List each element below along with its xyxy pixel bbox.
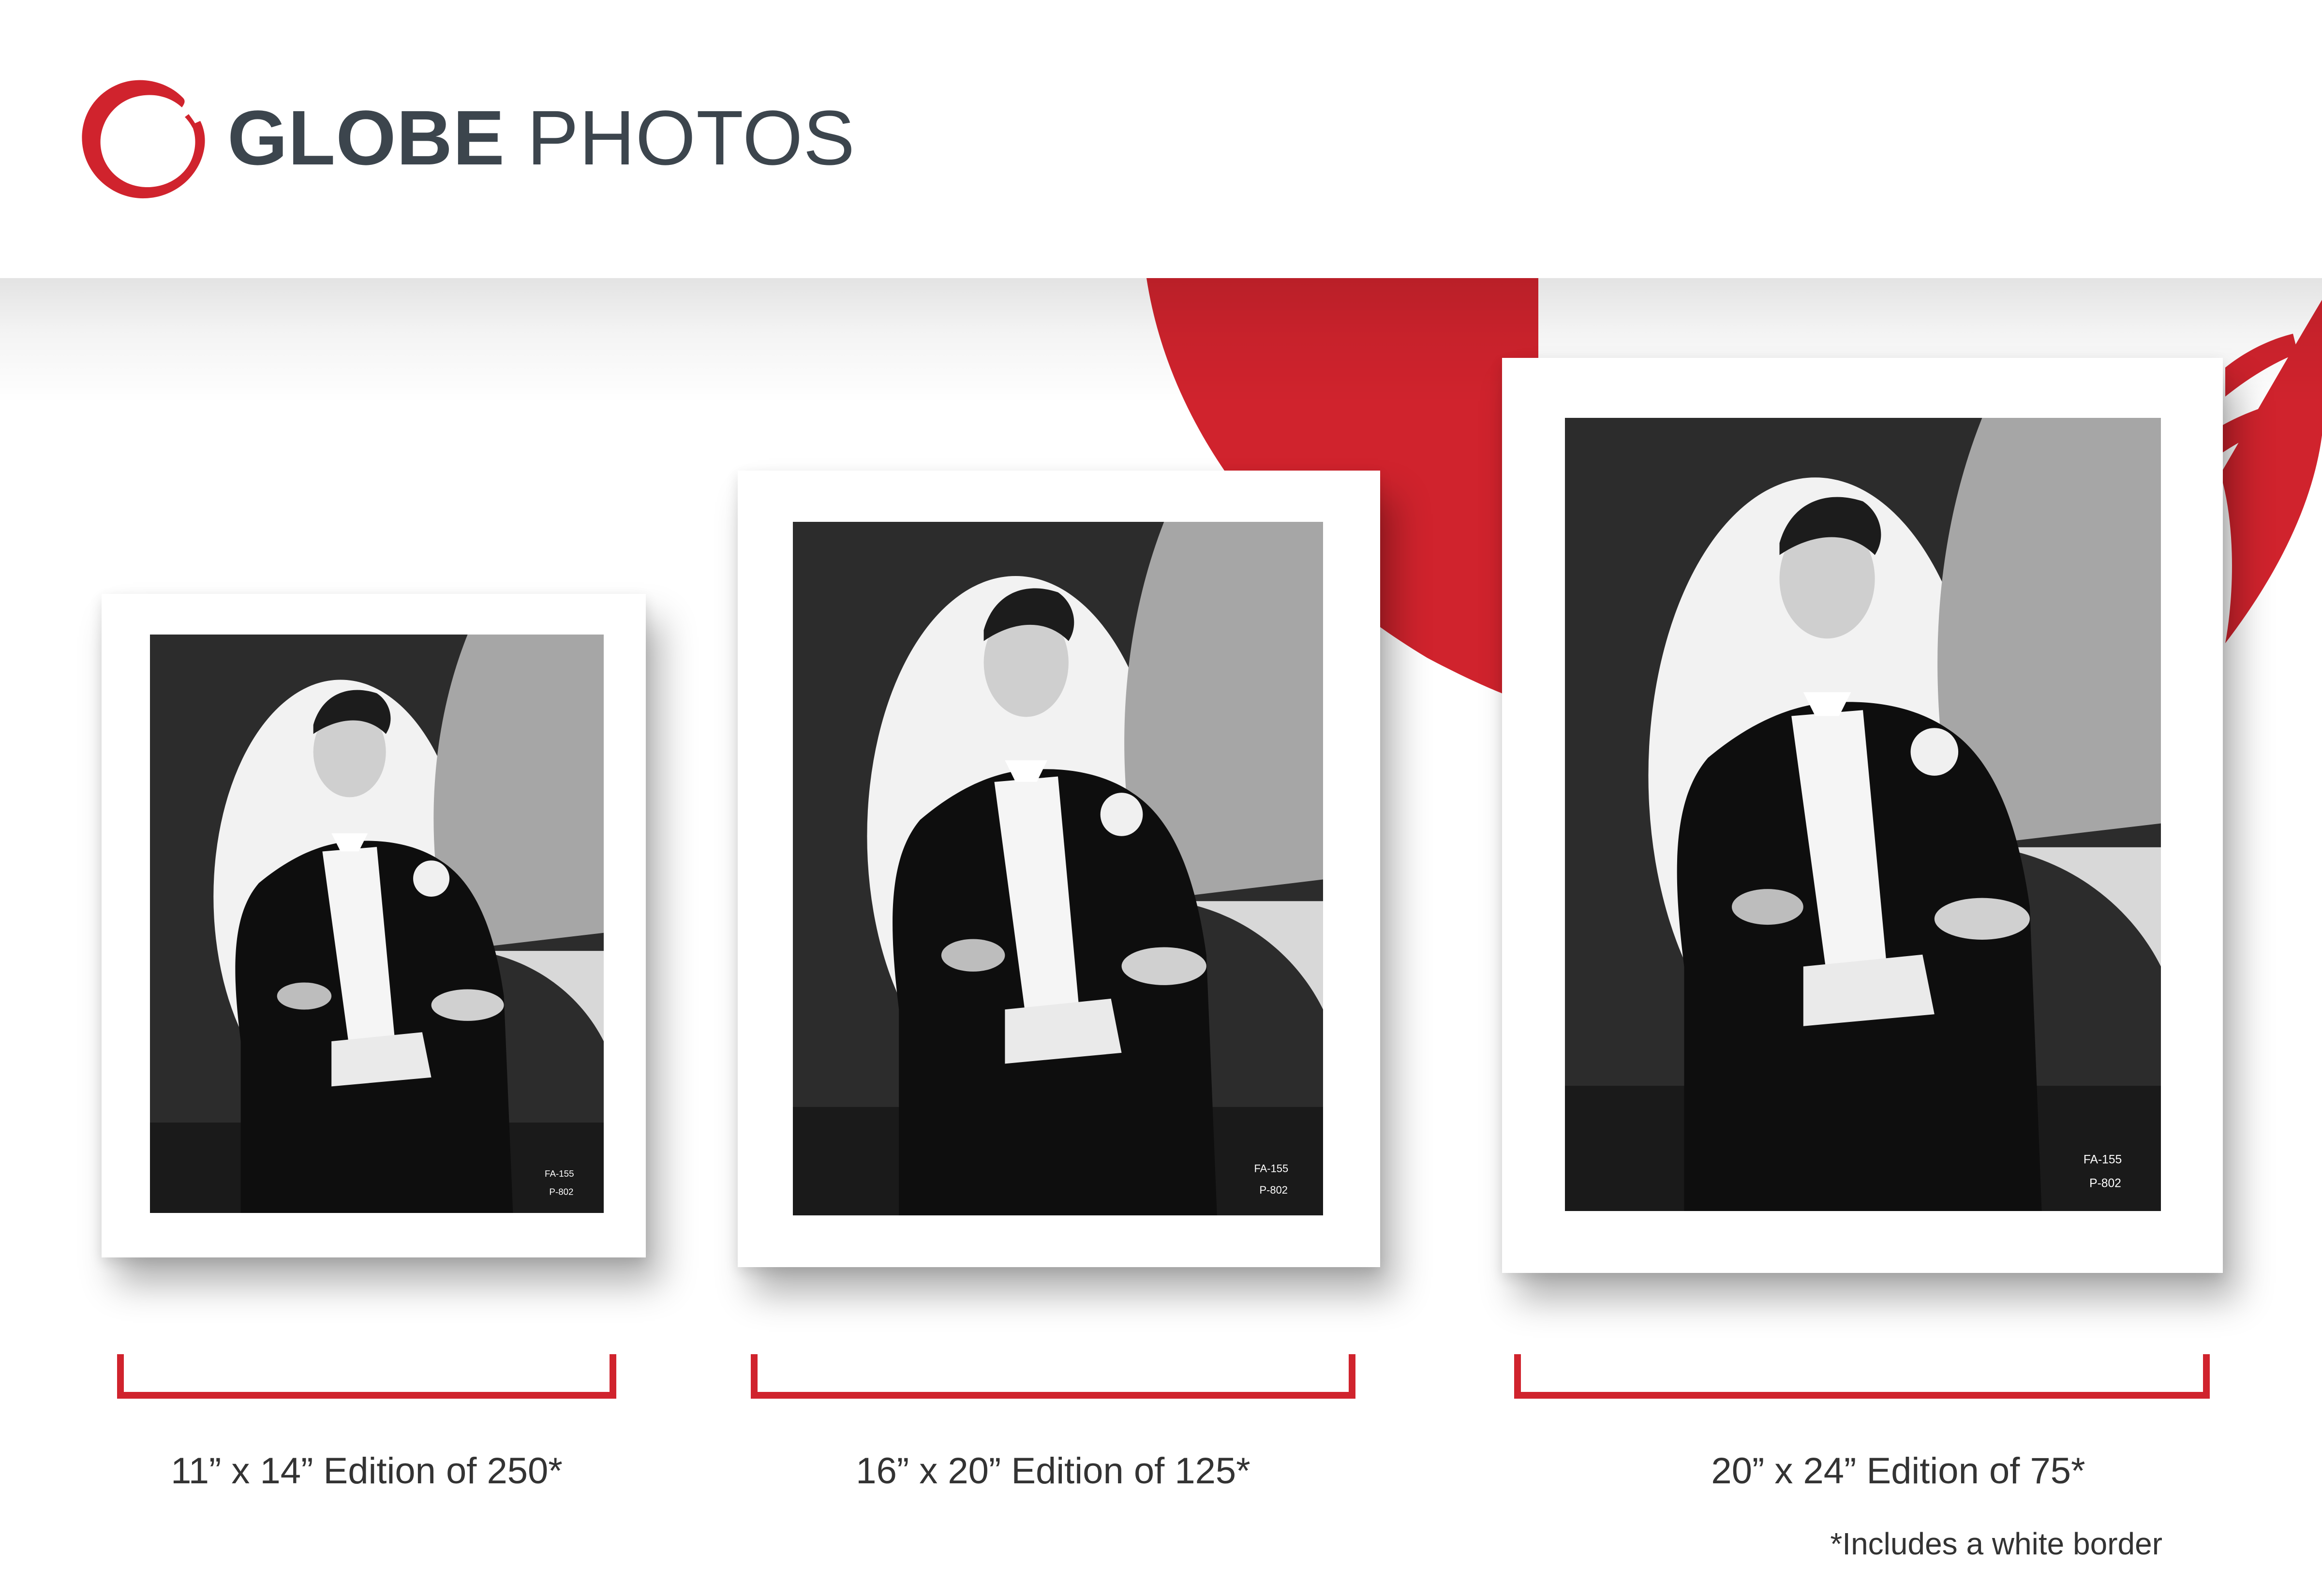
globe-logo-icon[interactable]	[73, 68, 213, 208]
size-bracket-11x14	[117, 1354, 616, 1399]
print-16x20[interactable]: FA-155 P-802	[738, 471, 1380, 1267]
print-11x14[interactable]: FA-155 P-802	[102, 594, 646, 1257]
photo-code: FA-155	[2084, 1153, 2122, 1166]
brand-name-light: PHOTOS	[527, 94, 856, 181]
photo-subcode: P-802	[2089, 1177, 2121, 1190]
photo-code: FA-155	[1254, 1162, 1289, 1174]
portrait-photo: FA-155 P-802	[1565, 418, 2161, 1211]
brand-name[interactable]: GLOBE PHOTOS	[227, 85, 855, 191]
portrait-photo: FA-155 P-802	[150, 635, 604, 1213]
photo-subcode: P-802	[1259, 1184, 1287, 1196]
edition-label-20x24: 20” x 24” Edition of 75*	[1711, 1450, 2085, 1492]
portrait-photo: FA-155 P-802	[793, 522, 1323, 1215]
header: GLOBE PHOTOS	[0, 0, 2322, 278]
border-footnote: *Includes a white border	[1830, 1526, 2162, 1561]
edition-label-11x14: 11” x 14” Edition of 250*	[171, 1450, 563, 1492]
size-bracket-20x24	[1514, 1354, 2210, 1399]
edition-label-16x20: 16” x 20” Edition of 125*	[856, 1450, 1250, 1492]
photo-subcode: P-802	[549, 1187, 573, 1197]
size-bracket-16x20	[751, 1354, 1355, 1399]
photo-code: FA-155	[545, 1168, 574, 1179]
brand-name-bold: GLOBE	[227, 94, 505, 181]
print-20x24[interactable]: FA-155 P-802	[1502, 358, 2223, 1273]
